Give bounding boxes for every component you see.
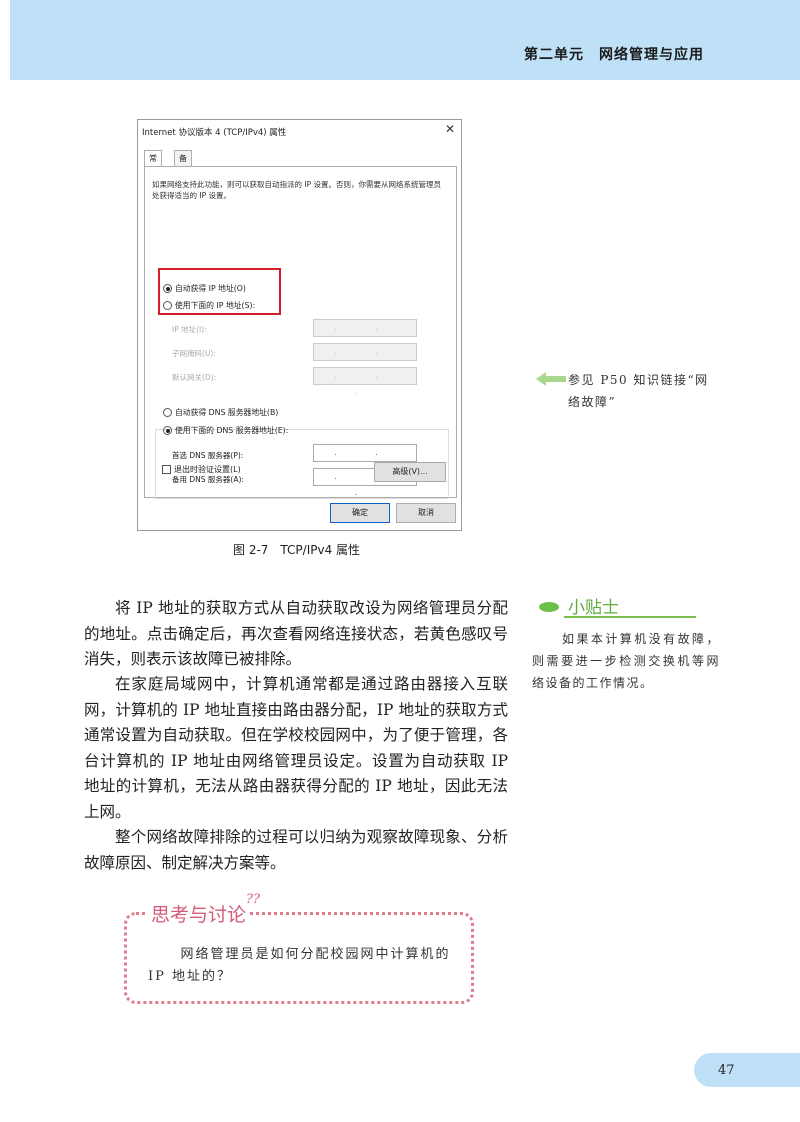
ip-address-label: IP 地址(I): bbox=[172, 325, 207, 334]
radio-manual-dns-label: 使用下面的 DNS 服务器地址(E): bbox=[175, 426, 289, 435]
validate-label: 退出时验证设置(L) bbox=[174, 465, 241, 474]
figure-caption: 图 2-7 TCP/IPv4 属性 bbox=[233, 543, 361, 557]
dialog-description: 如果网络支持此功能，则可以获取自动指派的 IP 设置。否则，你需要从网络系统管理… bbox=[152, 180, 442, 200]
tips-body: 如果本计算机没有故障，则需要进一步检测交换机等网络设备的工作情况。 bbox=[532, 632, 720, 690]
checkbox-icon bbox=[162, 465, 171, 474]
think-body: 网络管理员是如何分配校园网中计算机的 IP 地址的？ bbox=[148, 947, 451, 984]
dns1-input[interactable]: . . . bbox=[313, 444, 417, 473]
ip-address-input[interactable]: . . . bbox=[313, 319, 417, 348]
paragraph-1: 将 IP 地址的获取方式从自动获取改设为网络管理员分配的地址。点击确定后，再次查… bbox=[84, 599, 508, 668]
tab-general[interactable]: 常规 bbox=[144, 150, 162, 178]
radio-auto-ip[interactable]: 自动获得 IP 地址(O) bbox=[163, 283, 246, 294]
tips-title: 小贴士 bbox=[568, 598, 619, 618]
radio-auto-dns-label: 自动获得 DNS 服务器地址(B) bbox=[175, 408, 279, 417]
leaf-icon bbox=[539, 602, 559, 612]
dns1-label: 首选 DNS 服务器(P): bbox=[172, 451, 244, 460]
paragraph-2: 在家庭局域网中，计算机通常都是通过路由器接入互联网，计算机的 IP 地址直接由路… bbox=[84, 675, 508, 821]
page-number-tab bbox=[694, 1053, 800, 1087]
radio-manual-ip[interactable]: 使用下面的 IP 地址(S): bbox=[163, 300, 255, 311]
radio-selected-icon bbox=[163, 426, 172, 435]
advanced-button[interactable]: 高级(V)... bbox=[374, 462, 446, 482]
close-icon[interactable]: ✕ bbox=[445, 122, 455, 136]
running-header: 第二单元 网络管理与应用 bbox=[524, 47, 704, 63]
tab-panel: 如果网络支持此功能，则可以获取自动指派的 IP 设置。否则，你需要从网络系统管理… bbox=[144, 166, 457, 499]
subnet-mask-label: 子网掩码(U): bbox=[172, 349, 216, 358]
question-marks: ?? bbox=[246, 892, 260, 907]
ok-button[interactable]: 确定 bbox=[330, 503, 390, 523]
dns2-label: 备用 DNS 服务器(A): bbox=[172, 475, 244, 484]
think-title: 思考与讨论 bbox=[148, 900, 250, 927]
page-number: 47 bbox=[718, 1063, 735, 1078]
radio-manual-ip-label: 使用下面的 IP 地址(S): bbox=[175, 301, 256, 310]
radio-auto-dns[interactable]: 自动获得 DNS 服务器地址(B) bbox=[163, 407, 278, 418]
validate-checkbox[interactable]: 退出时验证设置(L) bbox=[162, 464, 241, 475]
paragraph-3: 整个网络故障排除的过程可以归纳为观察故障现象、分析故障原因、制定解决方案等。 bbox=[84, 828, 508, 872]
gateway-label: 默认网关(D): bbox=[172, 373, 217, 382]
subnet-mask-input[interactable]: . . . bbox=[313, 343, 417, 372]
tips-underline bbox=[564, 616, 696, 618]
arrow-left-icon bbox=[536, 372, 566, 386]
gateway-input[interactable]: . . . bbox=[313, 367, 417, 396]
side-note: 参见 P50 知识链接“网络故障” bbox=[568, 373, 709, 409]
radio-manual-dns[interactable]: 使用下面的 DNS 服务器地址(E): bbox=[163, 425, 288, 436]
header-band bbox=[10, 0, 800, 80]
tab-alternate[interactable]: 备用配置 bbox=[174, 150, 192, 208]
radio-selected-icon bbox=[163, 284, 172, 293]
cancel-button[interactable]: 取消 bbox=[396, 503, 456, 523]
radio-unselected-icon bbox=[163, 408, 172, 417]
tcpip-properties-dialog: Internet 协议版本 4 (TCP/IPv4) 属性 ✕ 常规 备用配置 … bbox=[137, 119, 462, 531]
radio-auto-ip-label: 自动获得 IP 地址(O) bbox=[175, 284, 246, 293]
radio-unselected-icon bbox=[163, 301, 172, 310]
dialog-title: Internet 协议版本 4 (TCP/IPv4) 属性 bbox=[142, 128, 287, 138]
